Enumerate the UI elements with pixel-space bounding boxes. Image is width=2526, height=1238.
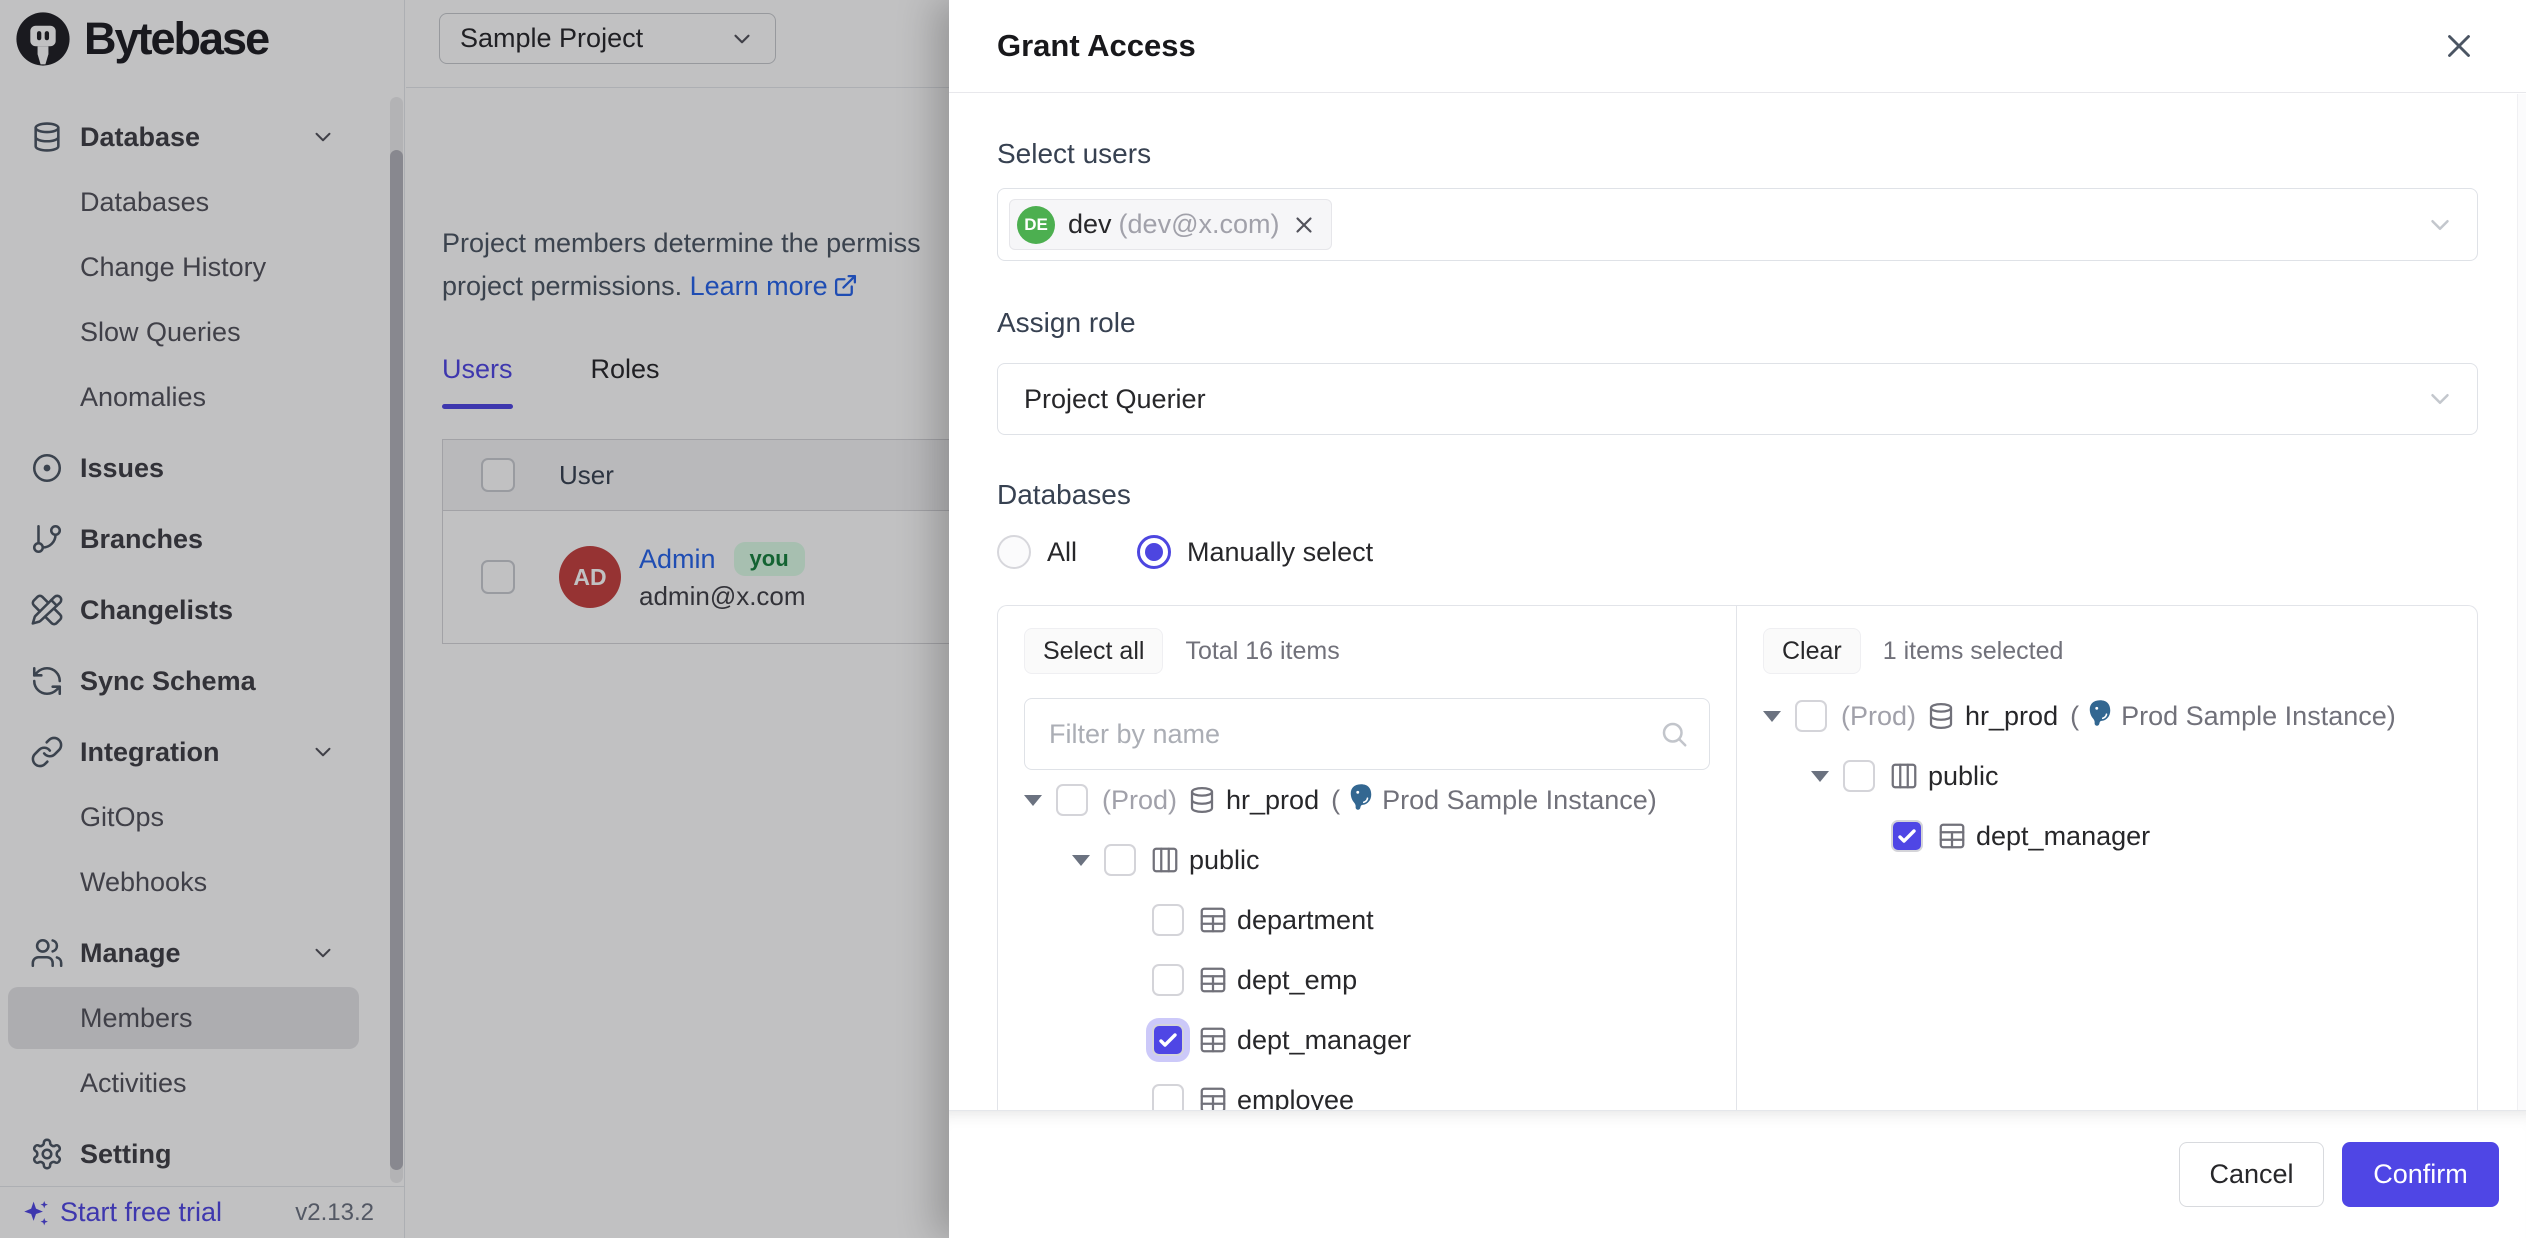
table-icon bbox=[1198, 1025, 1228, 1055]
table-icon bbox=[1937, 821, 1967, 851]
postgres-icon bbox=[2085, 698, 2115, 735]
tree-caret-icon[interactable] bbox=[1024, 795, 1056, 806]
tree-checkbox[interactable] bbox=[1152, 1024, 1184, 1056]
drawer-scrollbar[interactable] bbox=[2517, 94, 2526, 1110]
search-icon bbox=[1659, 719, 1689, 749]
tree-caret-icon[interactable] bbox=[1763, 711, 1795, 722]
radio-circle-checked bbox=[1137, 535, 1171, 569]
chip-remove-icon[interactable] bbox=[1291, 212, 1317, 238]
database-scope-radios: All Manually select bbox=[997, 535, 2478, 569]
tree-row-dept_manager[interactable]: dept_manager bbox=[1024, 1010, 1710, 1070]
database-transfer: Select all Total 16 items (Prod)hr_prod(… bbox=[997, 605, 2478, 1110]
radio-all-label: All bbox=[1047, 537, 1077, 568]
role-select-value: Project Querier bbox=[1024, 384, 1206, 415]
tree-node-label: dept_manager bbox=[1237, 1025, 1411, 1056]
instance-label: (Prod Sample Instance) bbox=[2070, 698, 2396, 735]
drawer-header: Grant Access bbox=[949, 0, 2526, 93]
tree-checkbox[interactable] bbox=[1843, 760, 1875, 792]
tree-checkbox[interactable] bbox=[1891, 820, 1923, 852]
instance-label: (Prod Sample Instance) bbox=[1331, 782, 1657, 819]
tree-node-label: hr_prod bbox=[1226, 785, 1319, 816]
filter-field bbox=[1024, 698, 1710, 770]
filter-input[interactable] bbox=[1025, 699, 1709, 769]
postgres-icon bbox=[1346, 782, 1376, 819]
selected-panel-header: Clear 1 items selected bbox=[1763, 628, 2451, 674]
confirm-button[interactable]: Confirm bbox=[2342, 1142, 2499, 1207]
tree-row-public[interactable]: public bbox=[1763, 746, 2451, 806]
environment-label: (Prod) bbox=[1102, 785, 1177, 816]
transfer-selected-panel: Clear 1 items selected (Prod)hr_prod(Pro… bbox=[1737, 606, 2477, 1110]
schema-icon bbox=[1889, 761, 1919, 791]
tree-checkbox[interactable] bbox=[1152, 964, 1184, 996]
drawer-body: Select users DE dev (dev@x.com) Assign r… bbox=[949, 94, 2526, 1110]
table-icon bbox=[1198, 965, 1228, 995]
tree-checkbox[interactable] bbox=[1056, 784, 1088, 816]
users-select[interactable]: DE dev (dev@x.com) bbox=[997, 188, 2478, 261]
chip-user-name: dev bbox=[1068, 209, 1112, 240]
tree-node-label: employee bbox=[1237, 1085, 1354, 1111]
chip-user-email: (dev@x.com) bbox=[1119, 209, 1280, 240]
tree-row-public[interactable]: public bbox=[1024, 830, 1710, 890]
tree-checkbox[interactable] bbox=[1795, 700, 1827, 732]
tree-node-label: dept_emp bbox=[1237, 965, 1357, 996]
tree-checkbox[interactable] bbox=[1104, 844, 1136, 876]
total-items-label: Total 16 items bbox=[1185, 637, 1339, 666]
database-icon bbox=[1187, 785, 1217, 815]
schema-icon bbox=[1150, 845, 1180, 875]
modal-backdrop[interactable] bbox=[0, 0, 950, 1238]
environment-label: (Prod) bbox=[1841, 701, 1916, 732]
table-icon bbox=[1198, 905, 1228, 935]
tree-row-hr_prod[interactable]: (Prod) hr_prod (Prod Sample Instance) bbox=[1763, 686, 2451, 746]
chevron-down-icon bbox=[2425, 384, 2455, 414]
radio-circle bbox=[997, 535, 1031, 569]
close-icon bbox=[2440, 27, 2478, 65]
source-tree: (Prod) hr_prod (Prod Sample Instance) publi… bbox=[1024, 770, 1710, 1110]
radio-manual-label: Manually select bbox=[1187, 537, 1373, 568]
drawer-footer: Cancel Confirm bbox=[949, 1110, 2526, 1238]
tree-row-employee[interactable]: employee bbox=[1024, 1070, 1710, 1110]
tree-caret-icon[interactable] bbox=[1072, 855, 1104, 866]
avatar: DE bbox=[1017, 206, 1055, 244]
radio-manually-select[interactable]: Manually select bbox=[1137, 535, 1373, 569]
tree-row-department[interactable]: department bbox=[1024, 890, 1710, 950]
radio-all[interactable]: All bbox=[997, 535, 1077, 569]
paren-open: ( bbox=[2070, 701, 2079, 732]
tree-node-label: public bbox=[1928, 761, 1999, 792]
tree-node-label: department bbox=[1237, 905, 1374, 936]
tree-node-label: dept_manager bbox=[1976, 821, 2150, 852]
tree-row-dept_emp[interactable]: dept_emp bbox=[1024, 950, 1710, 1010]
tree-checkbox[interactable] bbox=[1152, 904, 1184, 936]
close-button[interactable] bbox=[2440, 27, 2478, 65]
paren-open: ( bbox=[1331, 785, 1340, 816]
table-icon bbox=[1198, 1085, 1228, 1110]
select-all-button[interactable]: Select all bbox=[1024, 628, 1163, 674]
grant-access-drawer: Grant Access Select users DE dev (dev@x.… bbox=[949, 0, 2526, 1238]
selected-tree: (Prod) hr_prod (Prod Sample Instance) publi… bbox=[1763, 686, 2451, 866]
databases-label: Databases bbox=[997, 479, 2478, 511]
tree-node-label: public bbox=[1189, 845, 1260, 876]
tree-checkbox[interactable] bbox=[1152, 1084, 1184, 1110]
tree-node-label: hr_prod bbox=[1965, 701, 2058, 732]
user-chip: DE dev (dev@x.com) bbox=[1009, 199, 1332, 250]
drawer-title: Grant Access bbox=[997, 28, 1196, 64]
tree-caret-icon[interactable] bbox=[1811, 771, 1843, 782]
database-icon bbox=[1926, 701, 1956, 731]
cancel-button[interactable]: Cancel bbox=[2179, 1142, 2324, 1207]
select-users-label: Select users bbox=[997, 138, 2478, 170]
transfer-source-panel: Select all Total 16 items (Prod)hr_prod(… bbox=[998, 606, 1737, 1110]
assign-role-label: Assign role bbox=[997, 307, 2478, 339]
selected-items-label: 1 items selected bbox=[1883, 637, 2064, 666]
chevron-down-icon bbox=[2425, 210, 2455, 240]
role-select[interactable]: Project Querier bbox=[997, 363, 2478, 435]
source-panel-header: Select all Total 16 items bbox=[1024, 628, 1710, 674]
tree-row-hr_prod[interactable]: (Prod) hr_prod (Prod Sample Instance) bbox=[1024, 770, 1710, 830]
app-root: Bytebase DatabaseDatabasesChange History… bbox=[0, 0, 2526, 1238]
clear-button[interactable]: Clear bbox=[1763, 628, 1861, 674]
tree-row-dept_manager[interactable]: dept_manager bbox=[1763, 806, 2451, 866]
